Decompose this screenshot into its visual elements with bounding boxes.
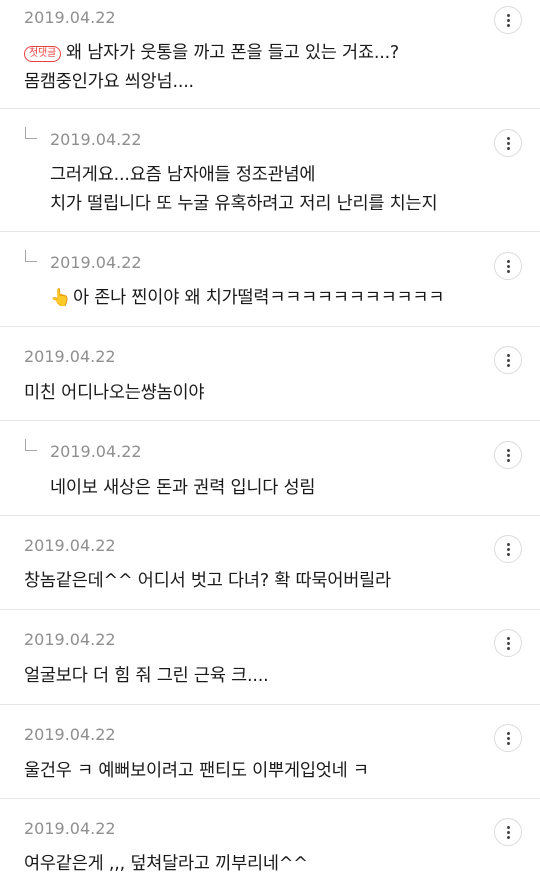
more-options-button[interactable]	[494, 818, 522, 846]
more-options-button[interactable]	[494, 129, 522, 157]
more-dot-icon	[506, 641, 510, 645]
more-options-button[interactable]	[494, 629, 522, 657]
comment-text-line-1: 얼굴보다 더 힘 줘 그린 근육 크....	[24, 666, 269, 686]
more-dot-icon	[506, 453, 510, 457]
comment-item: 2019.04.22 얼굴보다 더 힘 줘 그린 근육 크....	[0, 610, 540, 705]
reply-item: 2019.04.22 그러게요...요즘 남자애들 정조관념에 치가 떨립니다 …	[0, 109, 540, 232]
reply-arrow-icon	[25, 127, 37, 139]
more-dot-icon	[506, 646, 510, 650]
pointing-hand-icon: 👆	[50, 288, 71, 308]
more-dot-icon	[506, 259, 510, 263]
comment-date: 2019.04.22	[24, 630, 116, 649]
comment-date: 2019.04.22	[24, 819, 116, 838]
comment-text-line-1: 울건우 ㅋ 예뻐보이려고 팬티도 이뿌게입엇네 ㅋ	[24, 761, 369, 781]
comment-date: 2019.04.22	[50, 130, 142, 149]
more-dot-icon	[506, 731, 510, 735]
more-dot-icon	[506, 736, 510, 740]
more-options-button[interactable]	[494, 6, 522, 34]
more-dot-icon	[506, 835, 510, 839]
more-dot-icon	[506, 264, 510, 268]
more-options-button[interactable]	[494, 441, 522, 469]
more-dot-icon	[506, 141, 510, 145]
comment-text-line-1: 왜 남자가 웃통을 까고 폰을 들고 있는 거죠...?	[66, 43, 400, 63]
more-dot-icon	[506, 18, 510, 22]
more-dot-icon	[506, 825, 510, 829]
comment-text-line-1: 아 존나 찐이야 왜 치가떨력ㅋㅋㅋㅋㅋㅋㅋㅋㅋㅋㅋ	[72, 288, 445, 308]
more-dot-icon	[506, 146, 510, 150]
comment-text-line-1: 여우같은게 ,,, 덮쳐달라고 끼부리네^^	[24, 854, 308, 874]
comment-date: 2019.04.22	[24, 8, 116, 27]
reply-item: 2019.04.22 👆 아 존나 찐이야 왜 치가떨력ㅋㅋㅋㅋㅋㅋㅋㅋㅋㅋㅋ	[0, 232, 540, 327]
more-dot-icon	[506, 353, 510, 357]
more-options-button[interactable]	[494, 252, 522, 280]
comment-text-line-1: 그러게요...요즘 남자애들 정조관념에	[50, 165, 316, 185]
comment-item: 2019.04.22 울건우 ㅋ 예뻐보이려고 팬티도 이뿌게입엇네 ㅋ	[0, 705, 540, 799]
comment-date: 2019.04.22	[24, 347, 116, 366]
comment-text-line-1: 창놈같은데^^ 어디서 벗고 다녀? 확 따묵어버릴라	[24, 571, 391, 591]
more-dot-icon	[506, 358, 510, 362]
comment-text: 👆 아 존나 찐이야 왜 치가떨력ㅋㅋㅋㅋㅋㅋㅋㅋㅋㅋㅋ	[50, 284, 444, 309]
more-options-button[interactable]	[494, 346, 522, 374]
more-dot-icon	[506, 23, 510, 27]
more-dot-icon	[506, 458, 510, 462]
reply-item: 2019.04.22 네이보 새상은 돈과 권력 입니다 성림	[0, 421, 540, 516]
more-dot-icon	[506, 269, 510, 273]
comment-date: 2019.04.22	[50, 253, 142, 272]
comment-item: 2019.04.22 미친 어디나오는썅놈이야	[0, 327, 540, 421]
reply-arrow-icon	[25, 439, 37, 451]
comment-date: 2019.04.22	[50, 442, 142, 461]
more-dot-icon	[506, 363, 510, 367]
reply-arrow-icon	[25, 250, 37, 262]
more-options-button[interactable]	[494, 535, 522, 563]
comment-text-line-2: 몸캠중인가요 씌앙넘....	[24, 72, 194, 92]
comment-text: 첫댓글 왜 남자가 웃통을 까고 폰을 들고 있는 거죠...?	[24, 39, 399, 64]
more-dot-icon	[506, 136, 510, 140]
comment-item: 2019.04.22 창놈같은데^^ 어디서 벗고 다녀? 확 따묵어버릴라	[0, 516, 540, 610]
comment-text-line-1: 미친 어디나오는썅놈이야	[24, 383, 205, 403]
more-dot-icon	[506, 547, 510, 551]
more-dot-icon	[506, 830, 510, 834]
more-dot-icon	[506, 542, 510, 546]
more-options-button[interactable]	[494, 724, 522, 752]
more-dot-icon	[506, 741, 510, 745]
comment-item: 2019.04.22 여우같은게 ,,, 덮쳐달라고 끼부리네^^	[0, 799, 540, 885]
comment-text-line-2: 치가 떨립니다 또 누굴 유혹하려고 저리 난리를 치는지	[50, 194, 438, 214]
more-dot-icon	[506, 448, 510, 452]
first-comment-badge: 첫댓글	[24, 46, 61, 62]
comment-date: 2019.04.22	[24, 536, 116, 555]
more-dot-icon	[506, 636, 510, 640]
comment-item: 2019.04.22 첫댓글 왜 남자가 웃통을 까고 폰을 들고 있는 거죠..…	[0, 0, 540, 109]
comment-text-line-1: 네이보 새상은 돈과 권력 입니다 성림	[50, 478, 316, 498]
more-dot-icon	[506, 13, 510, 17]
comment-date: 2019.04.22	[24, 725, 116, 744]
more-dot-icon	[506, 552, 510, 556]
